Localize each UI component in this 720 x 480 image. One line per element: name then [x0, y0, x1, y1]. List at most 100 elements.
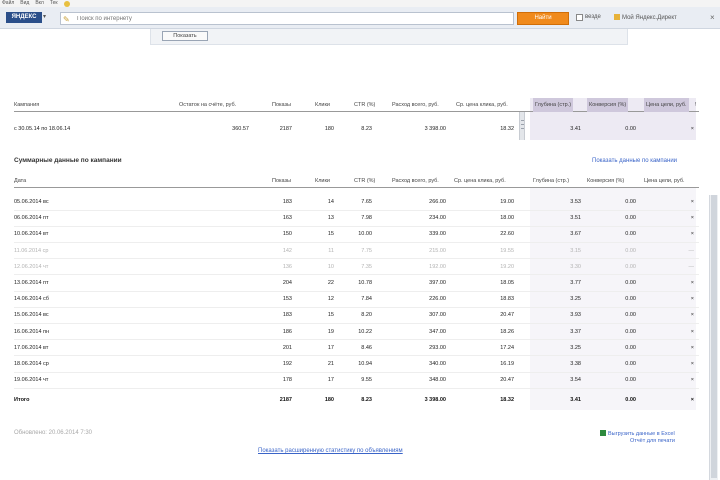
remove-icon[interactable]: × — [678, 373, 694, 388]
col-conversion[interactable]: Конверсия (%) — [587, 174, 624, 188]
conversion-cell: 0.00 — [625, 215, 636, 222]
clicks-cell: 17 — [327, 344, 334, 351]
shows-cell: 183 — [282, 199, 292, 205]
vertical-scrollbar[interactable] — [709, 195, 718, 480]
shows-cell: 142 — [282, 247, 292, 254]
column-splitter-handle[interactable] — [519, 112, 525, 140]
col-goal-price[interactable]: Цена цели, руб. — [644, 98, 689, 112]
my-direct-label: Мой Яндекс.Директ — [622, 15, 677, 21]
col-shows[interactable]: Показы — [272, 174, 291, 188]
depth-cell: 3.25 — [570, 296, 581, 303]
clicks-cell: 15 — [327, 312, 334, 319]
col-date[interactable]: Дата — [14, 174, 26, 188]
find-button[interactable]: Найти — [517, 12, 569, 25]
search-input[interactable] — [77, 13, 507, 24]
ctr-cell: 8.20 — [361, 312, 372, 319]
col-spend[interactable]: Расход всего, руб. — [392, 174, 439, 188]
col-goal-price[interactable]: Цена цели, руб. — [644, 174, 685, 188]
remove-icon[interactable]: × — [678, 357, 694, 372]
shows-cell: 153 — [282, 296, 292, 303]
chevron-down-icon[interactable]: ▾ — [43, 13, 46, 20]
show-campaign-data-link[interactable]: Показать данные по кампании — [592, 158, 677, 164]
menu-view[interactable]: Вид — [20, 0, 29, 7]
clicks-cell: 180 — [324, 397, 334, 404]
col-depth[interactable]: Глубина (стр.) — [533, 174, 569, 188]
spend-cell: 234.00 — [429, 215, 446, 222]
export-excel-link[interactable]: Выгрузить данные в Excel — [608, 431, 675, 437]
col-warning: ! — [695, 102, 697, 108]
shows-cell: 201 — [282, 344, 292, 351]
remove-icon[interactable]: × — [678, 308, 694, 323]
col-spend[interactable]: Расход всего, руб. — [392, 98, 439, 112]
table-row: 11.06.2014 ср 142 11 7.75 215.00 19.55 3.15 0.0… — [14, 244, 699, 260]
col-clicks[interactable]: Клики — [315, 174, 330, 188]
print-report-link[interactable]: Отчёт для печати — [630, 438, 675, 445]
depth-cell: 3.77 — [570, 280, 581, 286]
depth-cell: 3.54 — [570, 377, 581, 384]
remove-icon[interactable]: × — [678, 211, 694, 226]
balance-value: 360.57 — [232, 126, 249, 132]
remove-icon[interactable]: × — [678, 276, 694, 291]
menu-tools[interactable]: Тек — [50, 0, 58, 7]
remove-icon[interactable]: × — [678, 393, 694, 408]
search-everywhere-checkbox[interactable] — [576, 14, 583, 21]
remove-icon[interactable]: × — [684, 122, 694, 136]
yandex-toolbar: ЯНДЕКС ▾ ✎ Найти везде Мой Яндекс.Директ… — [0, 7, 720, 29]
spend-cell: 339.00 — [429, 231, 446, 238]
smiley-icon[interactable] — [63, 0, 70, 7]
date-cell: 12.06.2014 чт — [14, 263, 49, 270]
yandex-logo-button[interactable]: ЯНДЕКС — [6, 12, 42, 23]
clicks-value: 180 — [324, 126, 334, 132]
date-cell: 15.06.2014 вс — [14, 312, 49, 319]
table-row: 17.06.2014 вт 201 17 8.46 293.00 17.24 3.25 0.0… — [14, 341, 699, 357]
remove-icon[interactable]: — — [678, 244, 695, 259]
col-cpc[interactable]: Ср. цена клика, руб. — [456, 98, 508, 112]
col-cpc[interactable]: Ср. цена клика, руб. — [454, 174, 506, 188]
remove-icon[interactable]: — — [678, 260, 695, 275]
remove-icon[interactable]: × — [678, 341, 694, 356]
my-direct-link[interactable]: Мой Яндекс.Директ — [614, 14, 677, 21]
spend-cell: 348.00 — [429, 377, 446, 384]
table-row: 18.06.2014 ср 192 21 10.94 340.00 16.19 3.38 0.… — [14, 357, 699, 373]
clicks-cell: 10 — [327, 263, 334, 270]
depth-value: 3.41 — [570, 126, 581, 132]
cpc-cell: 16.19 — [500, 361, 514, 367]
table-row: 13.06.2014 пт 204 22 10.78 397.00 18.05 3.77 0.… — [14, 276, 699, 292]
menu-file[interactable]: Файл — [2, 0, 14, 7]
col-balance[interactable]: Остаток на счёте, руб. — [179, 98, 236, 112]
grip-line — [521, 124, 524, 125]
col-ctr[interactable]: CTR (%) — [354, 98, 375, 112]
clicks-cell: 19 — [327, 328, 334, 335]
clicks-cell: 17 — [327, 377, 334, 384]
col-shows[interactable]: Показы — [272, 98, 291, 112]
spend-cell: 266.00 — [429, 199, 446, 205]
close-icon[interactable]: × — [710, 13, 715, 22]
spend-value: 3 398.00 — [424, 126, 446, 132]
filter-panel: Показать — [150, 29, 628, 45]
remove-icon[interactable]: × — [678, 292, 694, 307]
cpc-value: 18.32 — [500, 126, 514, 132]
remove-icon[interactable]: × — [678, 325, 694, 340]
depth-cell: 3.30 — [570, 263, 581, 270]
date-cell: 06.06.2014 пт — [14, 215, 49, 222]
date-cell: Итого — [14, 397, 30, 404]
show-button[interactable]: Показать — [162, 31, 208, 41]
col-clicks[interactable]: Клики — [315, 98, 330, 112]
conversion-cell: 0.00 — [625, 344, 636, 351]
date-cell: 14.06.2014 сб — [14, 296, 49, 303]
remove-icon[interactable]: × — [678, 195, 694, 210]
table-row: 15.06.2014 вс 183 15 8.20 307.00 20.47 3.93 0.0… — [14, 308, 699, 324]
conversion-cell: 0.00 — [625, 328, 636, 335]
search-box[interactable]: ✎ — [60, 12, 514, 25]
remove-icon[interactable]: × — [678, 227, 694, 242]
clicks-cell: 11 — [328, 247, 334, 254]
menu-tabs[interactable]: Вкл — [35, 0, 44, 7]
col-depth[interactable]: Глубина (стр.) — [533, 98, 574, 112]
spend-cell: 3 398.00 — [424, 397, 446, 404]
summary-row: с 30.05.14 по 18.06.14 360.57 2187 180 8… — [14, 122, 699, 136]
col-ctr[interactable]: CTR (%) — [354, 174, 375, 188]
scrollbar-thumb[interactable] — [711, 195, 717, 478]
extended-stats-link[interactable]: Показать расширенную статистику по объяв… — [258, 448, 403, 454]
col-conversion[interactable]: Конверсия (%) — [587, 98, 629, 112]
col-campaign[interactable]: Кампания — [14, 98, 39, 112]
